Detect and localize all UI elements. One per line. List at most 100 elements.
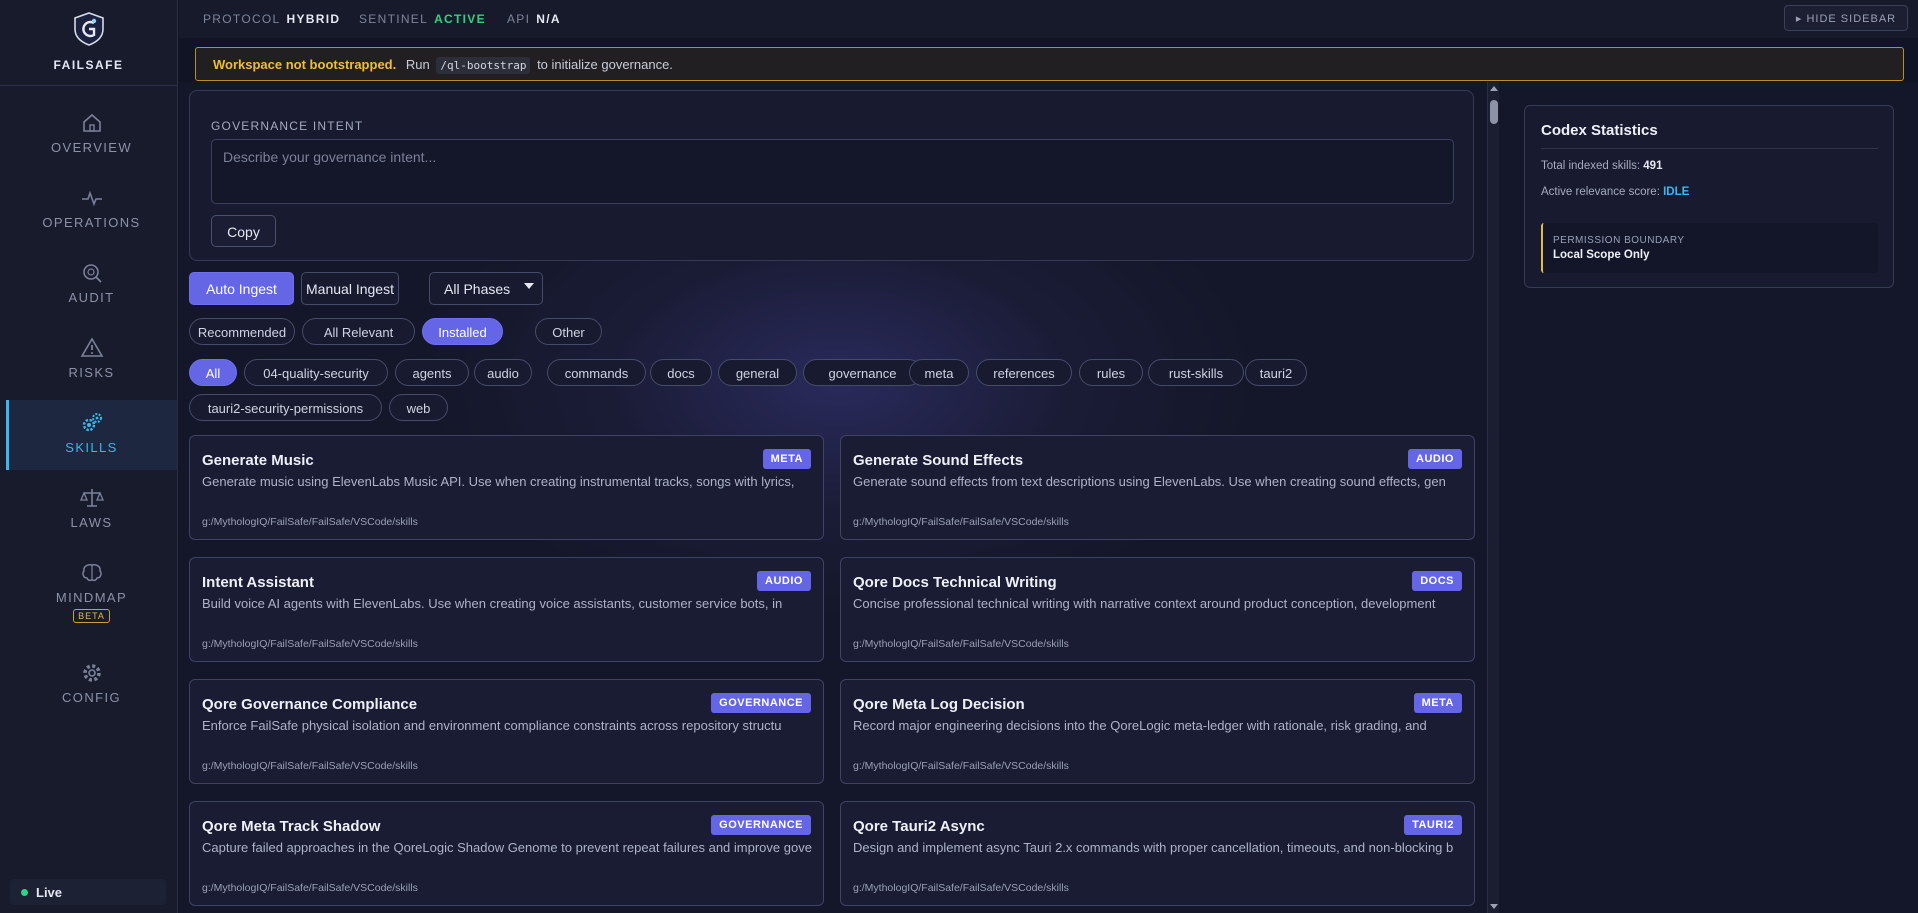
- right-sidebar: Codex Statistics Total indexed skills: 4…: [1499, 82, 1918, 913]
- skill-path: g:/MythologIQ/FailSafe/FailSafe/VSCode/s…: [853, 760, 1069, 772]
- phase-select[interactable]: All Phases: [429, 272, 543, 305]
- skill-path: g:/MythologIQ/FailSafe/FailSafe/VSCode/s…: [202, 760, 418, 772]
- auto-ingest-button[interactable]: Auto Ingest: [189, 272, 294, 305]
- skill-card[interactable]: Intent Assistant AUDIO Build voice AI agen…: [189, 557, 824, 662]
- relevance-label: Active relevance score:: [1541, 186, 1660, 198]
- skill-card[interactable]: Generate Music META Generate music using E…: [189, 435, 824, 540]
- skills-main: GOVERNANCE INTENT Describe your governan…: [179, 82, 1487, 913]
- skill-card[interactable]: Qore Meta Track Shadow GOVERNANCE Capture …: [189, 801, 824, 906]
- view-pill[interactable]: Recommended: [189, 318, 295, 345]
- nav-label: LAWS: [70, 515, 113, 530]
- category-pill[interactable]: commands: [547, 359, 646, 386]
- skill-tag-badge: META: [762, 449, 811, 469]
- phase-selected: All Phases: [444, 281, 511, 297]
- nav-item-audit[interactable]: AUDIT: [6, 250, 177, 320]
- stats-divider: [1541, 148, 1878, 149]
- skill-tag-badge: DOCS: [1412, 571, 1462, 591]
- api-label: API: [507, 12, 531, 26]
- skill-title: Qore Tauri2 Async: [853, 818, 985, 835]
- governance-intent-panel: GOVERNANCE INTENT Describe your governan…: [189, 90, 1474, 261]
- relevance-score-row: Active relevance score: IDLE: [1541, 186, 1689, 198]
- indexed-skills-row: Total indexed skills: 491: [1541, 160, 1662, 172]
- intent-textarea[interactable]: Describe your governance intent...: [211, 139, 1454, 204]
- skill-tag-badge: TAURI2: [1404, 815, 1462, 835]
- category-pill[interactable]: audio: [474, 359, 532, 386]
- skill-tag-badge: GOVERNANCE: [711, 815, 811, 835]
- skill-card[interactable]: Qore Meta Log Decision META Record major e…: [840, 679, 1475, 784]
- api-value: N/A: [536, 12, 561, 26]
- skill-path: g:/MythologIQ/FailSafe/FailSafe/VSCode/s…: [853, 516, 1069, 528]
- copy-button[interactable]: Copy: [211, 215, 276, 247]
- view-pill[interactable]: Other: [535, 318, 602, 345]
- scroll-thumb[interactable]: [1490, 100, 1498, 124]
- main-scrollbar[interactable]: [1487, 82, 1499, 913]
- category-pill[interactable]: All: [189, 359, 237, 386]
- sentinel-label: SENTINEL: [359, 12, 429, 26]
- nav-item-laws[interactable]: LAWS: [6, 475, 177, 545]
- banner-pre: Run: [405, 57, 430, 72]
- category-pill[interactable]: rust-skills: [1148, 359, 1244, 386]
- bootstrap-command: /ql-bootstrap: [436, 57, 531, 74]
- manual-ingest-button[interactable]: Manual Ingest: [301, 272, 399, 305]
- category-pill[interactable]: 04-quality-security: [244, 359, 388, 386]
- scroll-up-icon[interactable]: [1490, 86, 1498, 91]
- sentinel-status: SENTINEL ACTIVE: [359, 12, 486, 26]
- skill-card[interactable]: Qore Governance Compliance GOVERNANCE Enfo…: [189, 679, 824, 784]
- protocol-label: PROTOCOL: [203, 12, 281, 26]
- beta-badge: BETA: [73, 609, 110, 623]
- nav-item-overview[interactable]: OVERVIEW: [6, 100, 177, 170]
- brand: FAILSAFE: [0, 0, 177, 86]
- left-nav: FAILSAFE OVERVIEW OPERATIONS AUDIT RISKS…: [0, 0, 178, 913]
- nav-item-mindmap[interactable]: MINDMAP BETA: [6, 550, 177, 636]
- category-pill[interactable]: tauri2-security-permissions: [189, 394, 382, 421]
- category-pill[interactable]: general: [718, 359, 797, 386]
- brand-name: FAILSAFE: [53, 58, 124, 72]
- skill-path: g:/MythologIQ/FailSafe/FailSafe/VSCode/s…: [853, 638, 1069, 650]
- scales-icon: [79, 489, 104, 507]
- hide-sidebar-button[interactable]: ▸ HIDE SIDEBAR: [1784, 5, 1908, 31]
- nav-item-operations[interactable]: OPERATIONS: [6, 175, 177, 245]
- skill-tag-badge: GOVERNANCE: [711, 693, 811, 713]
- skill-title: Qore Docs Technical Writing: [853, 574, 1057, 591]
- skill-description: Record major engineering decisions into …: [853, 718, 1427, 733]
- category-pill[interactable]: meta: [909, 359, 969, 386]
- brain-icon: [81, 564, 102, 582]
- skill-path: g:/MythologIQ/FailSafe/FailSafe/VSCode/s…: [202, 638, 418, 650]
- nav-item-skills[interactable]: SKILLS: [6, 400, 177, 470]
- category-pill[interactable]: agents: [395, 359, 469, 386]
- category-pill[interactable]: tauri2: [1245, 359, 1307, 386]
- nav-item-risks[interactable]: RISKS: [6, 325, 177, 395]
- category-pill[interactable]: governance: [803, 359, 922, 386]
- view-pill[interactable]: All Relevant: [302, 318, 415, 345]
- category-pill[interactable]: rules: [1079, 359, 1143, 386]
- home-icon: [82, 113, 101, 132]
- skill-tag-badge: AUDIO: [757, 571, 811, 591]
- skill-path: g:/MythologIQ/FailSafe/FailSafe/VSCode/s…: [202, 882, 418, 894]
- skill-title: Qore Meta Log Decision: [853, 696, 1025, 713]
- failsafe-logo-icon: [73, 12, 104, 46]
- nav-label: OVERVIEW: [50, 140, 133, 155]
- skill-description: Capture failed approaches in the QoreLog…: [202, 840, 812, 855]
- skill-card[interactable]: Qore Tauri2 Async TAURI2 Design and implem…: [840, 801, 1475, 906]
- bootstrap-warning-banner: Workspace not bootstrapped. Run /ql-boot…: [195, 47, 1904, 81]
- status-bar: PROTOCOL HYBRID SENTINEL ACTIVE API N/A ▸ H…: [179, 0, 1918, 38]
- nav-item-config[interactable]: CONFIG: [6, 650, 177, 720]
- view-pill[interactable]: Installed: [422, 318, 503, 345]
- skill-card[interactable]: Generate Sound Effects AUDIO Generate soun…: [840, 435, 1475, 540]
- skill-description: Generate sound effects from text descrip…: [853, 474, 1446, 489]
- pulse-icon: [81, 190, 102, 207]
- skill-tag-badge: AUDIO: [1408, 449, 1462, 469]
- scroll-down-icon[interactable]: [1490, 904, 1498, 909]
- permission-value: Local Scope Only: [1553, 249, 1650, 261]
- category-pill[interactable]: references: [976, 359, 1072, 386]
- skill-card[interactable]: Qore Docs Technical Writing DOCS Concise p…: [840, 557, 1475, 662]
- skill-path: g:/MythologIQ/FailSafe/FailSafe/VSCode/s…: [202, 516, 418, 528]
- skill-tag-badge: META: [1413, 693, 1462, 713]
- skill-description: Design and implement async Tauri 2.x com…: [853, 840, 1454, 855]
- skill-title: Generate Music: [202, 452, 314, 469]
- nav-label: CONFIG: [62, 690, 121, 705]
- stats-title: Codex Statistics: [1541, 122, 1658, 139]
- category-pill[interactable]: docs: [650, 359, 712, 386]
- category-pill[interactable]: web: [389, 394, 448, 421]
- nav-label: OPERATIONS: [42, 215, 141, 230]
